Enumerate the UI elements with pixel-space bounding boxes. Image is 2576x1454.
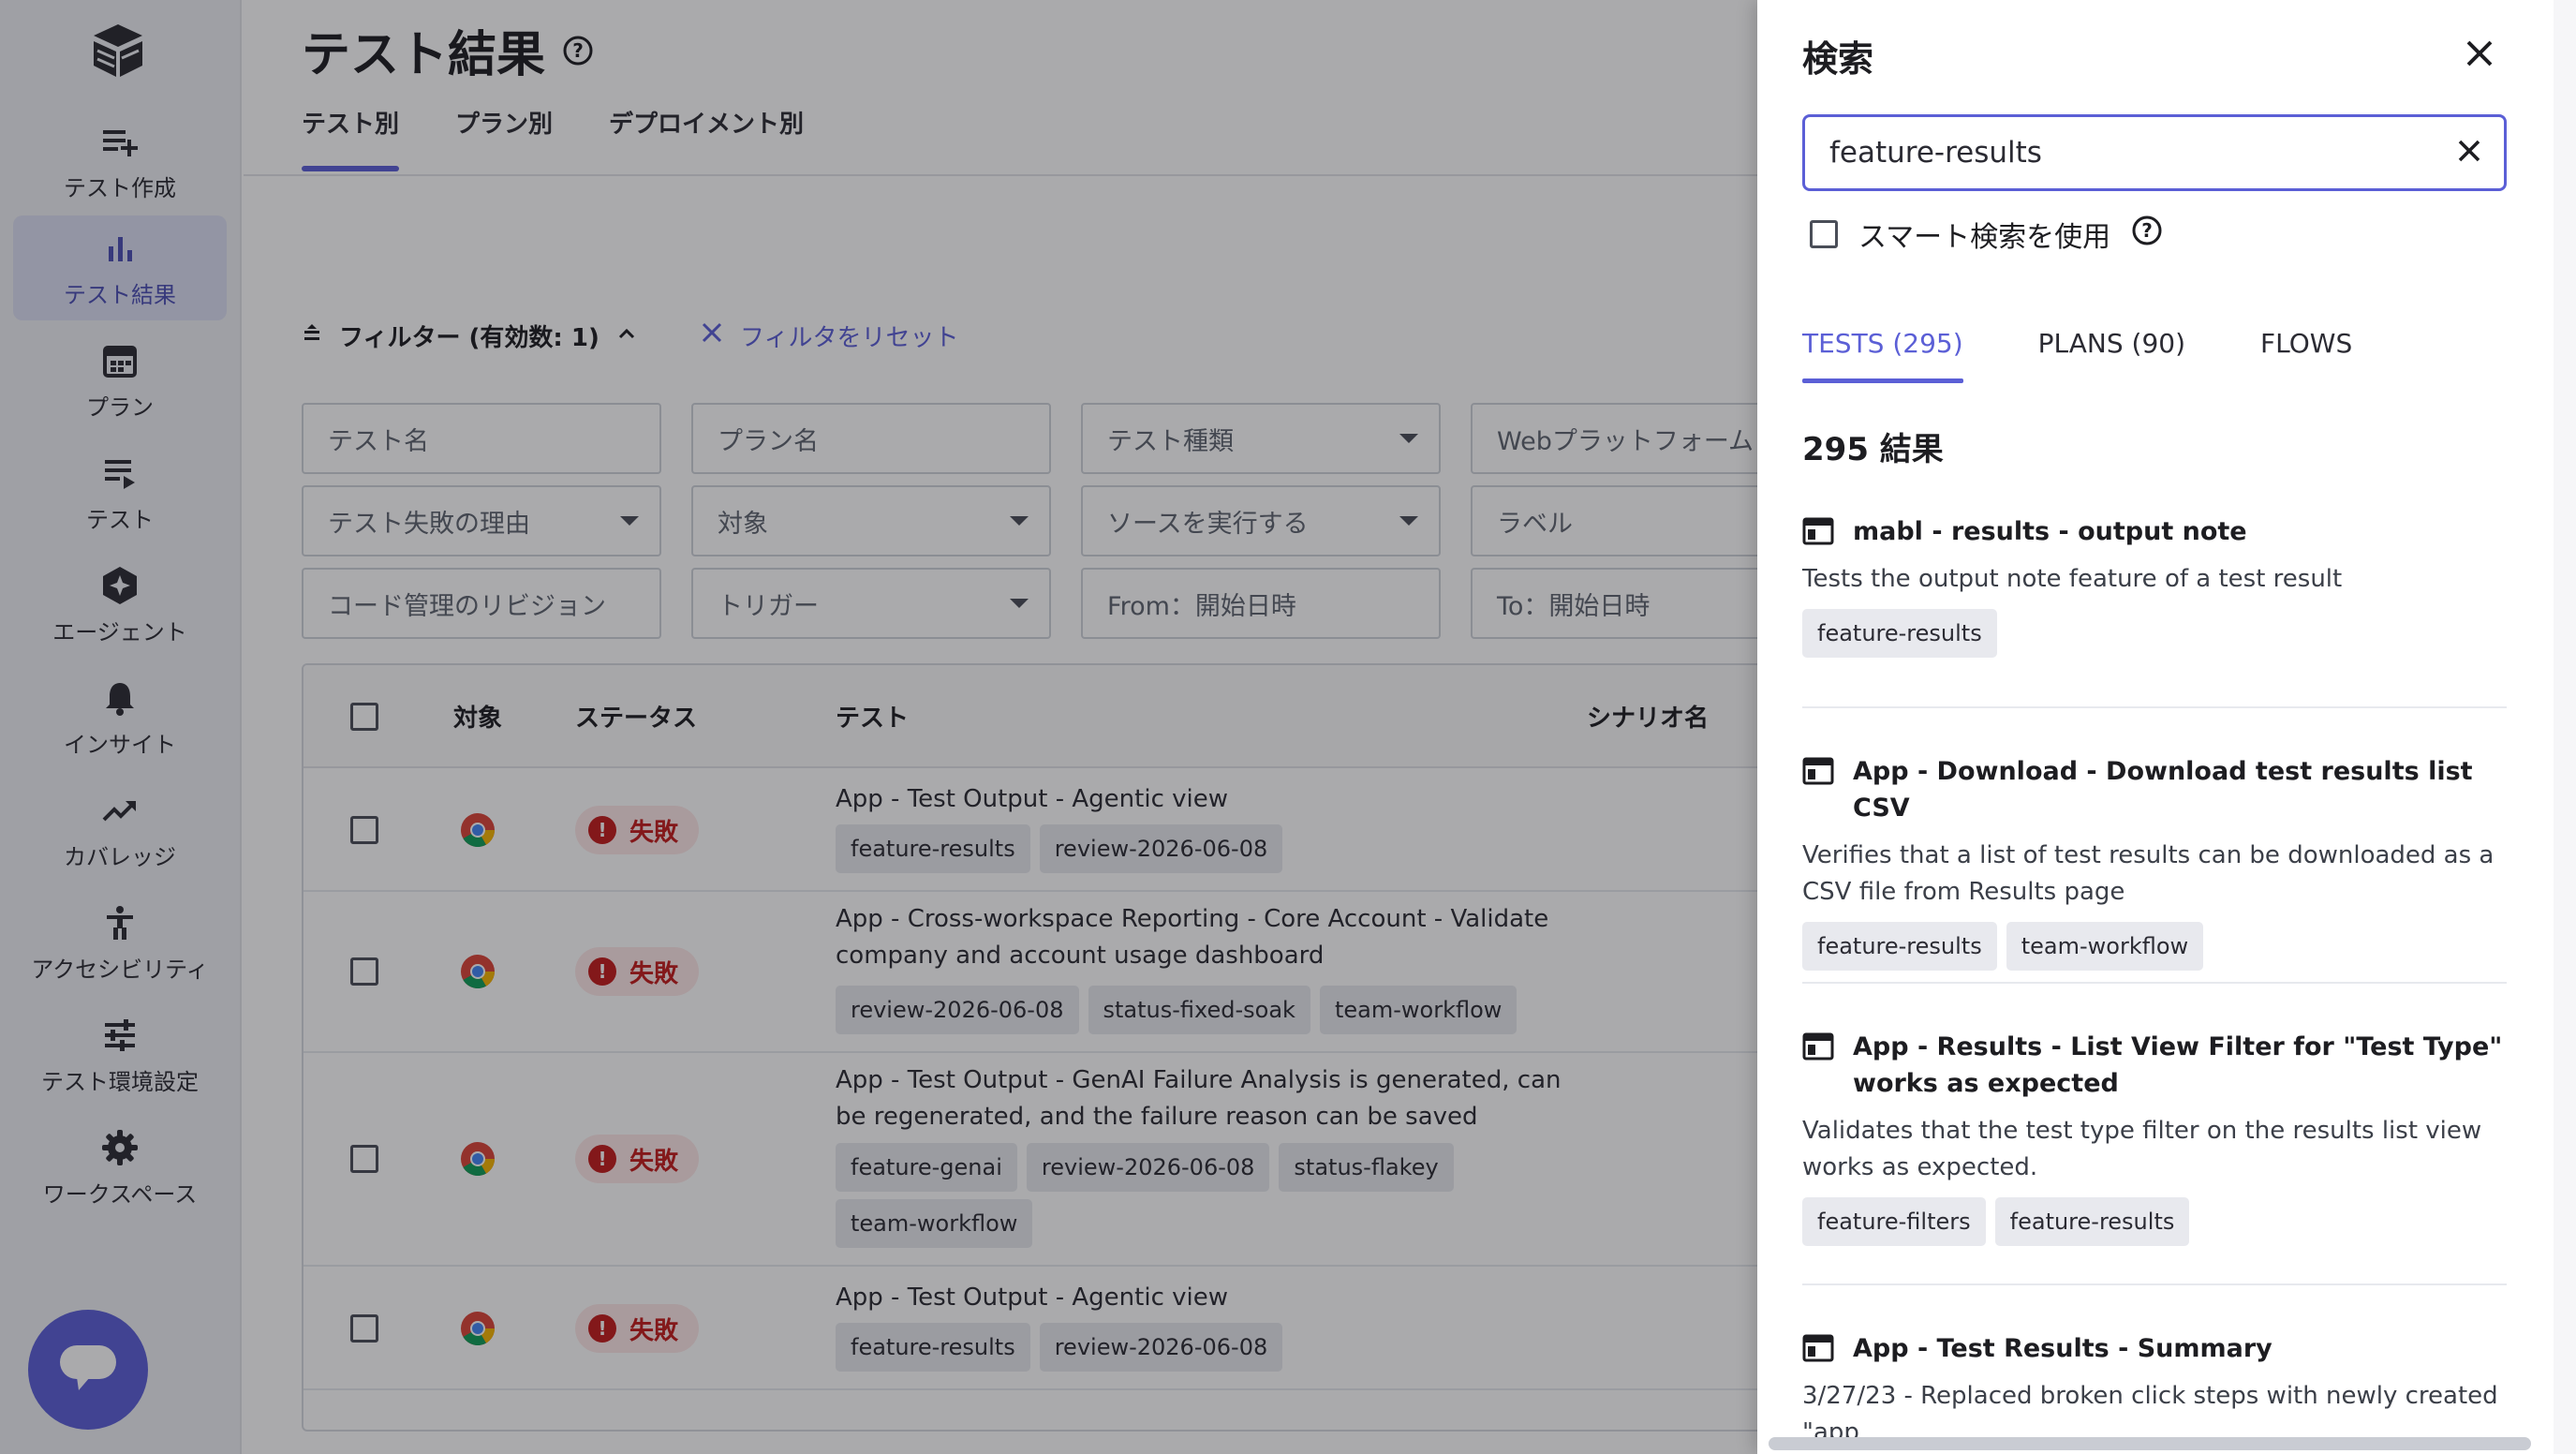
modal-backdrop[interactable]: [0, 0, 1757, 1454]
label-list: feature-filters feature-results: [1802, 1197, 2507, 1246]
smart-search-checkbox[interactable]: [1810, 220, 1838, 248]
help-icon[interactable]: ?: [2131, 215, 2163, 254]
search-input[interactable]: [1829, 136, 2410, 170]
search-result-item[interactable]: App - Test Results - Summary 3/27/23 - R…: [1802, 1330, 2507, 1451]
search-tabs: TESTS (295) PLANS (90) FLOWS: [1802, 328, 2352, 383]
clear-search-icon[interactable]: [2457, 139, 2481, 167]
result-description: Verifies that a list of test results can…: [1802, 841, 2495, 906]
browser-window-icon: [1802, 517, 1834, 545]
result-title[interactable]: mabl - results - output note: [1853, 513, 2247, 550]
browser-window-icon: [1802, 1334, 1834, 1362]
search-field: [1802, 114, 2507, 191]
result-title[interactable]: App - Download - Download test results l…: [1853, 753, 2507, 826]
label-chip[interactable]: feature-results: [1802, 922, 1997, 971]
label-chip[interactable]: feature-results: [1802, 609, 1997, 658]
label-chip[interactable]: feature-results: [1994, 1197, 2190, 1246]
result-divider: [1802, 1283, 2507, 1285]
result-title[interactable]: App - Results - List View Filter for "Te…: [1853, 1029, 2507, 1102]
browser-window-icon: [1802, 1032, 1834, 1061]
close-icon: [2465, 38, 2495, 72]
browser-window-icon: [1802, 757, 1834, 785]
search-panel: 検索 スマート検索を使用 ? TESTS (295) PLANS (90) FL…: [1757, 0, 2576, 1454]
tab-plans[interactable]: PLANS (90): [2038, 328, 2185, 379]
label-chip[interactable]: team-workflow: [2006, 922, 2204, 971]
label-list: feature-results: [1802, 609, 2507, 658]
result-divider: [1802, 982, 2507, 984]
vertical-scrollbar[interactable]: [2554, 0, 2576, 1454]
horizontal-scrollbar[interactable]: [1769, 1437, 2531, 1450]
search-result-item[interactable]: App - Results - List View Filter for "Te…: [1802, 1029, 2507, 1246]
result-title[interactable]: App - Test Results - Summary: [1853, 1330, 2273, 1367]
result-description: Validates that the test type filter on t…: [1802, 1117, 2482, 1181]
tab-tests[interactable]: TESTS (295): [1802, 328, 1963, 383]
search-result-item[interactable]: mabl - results - output note Tests the o…: [1802, 513, 2507, 658]
search-panel-title: 検索: [1802, 38, 1874, 80]
result-description: Tests the output note feature of a test …: [1802, 565, 2343, 593]
tab-flows[interactable]: FLOWS: [2260, 328, 2352, 379]
smart-search-label: スマート検索を使用: [1858, 221, 2111, 254]
label-list: feature-results team-workflow: [1802, 922, 2507, 971]
result-divider: [1802, 706, 2507, 708]
svg-text:?: ?: [2141, 219, 2153, 242]
search-result-item[interactable]: App - Download - Download test results l…: [1802, 753, 2507, 971]
result-count: 295 結果: [1802, 431, 1944, 468]
smart-search-toggle[interactable]: スマート検索を使用 ?: [1810, 214, 2163, 255]
close-panel-button[interactable]: [2456, 32, 2503, 79]
label-chip[interactable]: feature-filters: [1802, 1197, 1986, 1246]
